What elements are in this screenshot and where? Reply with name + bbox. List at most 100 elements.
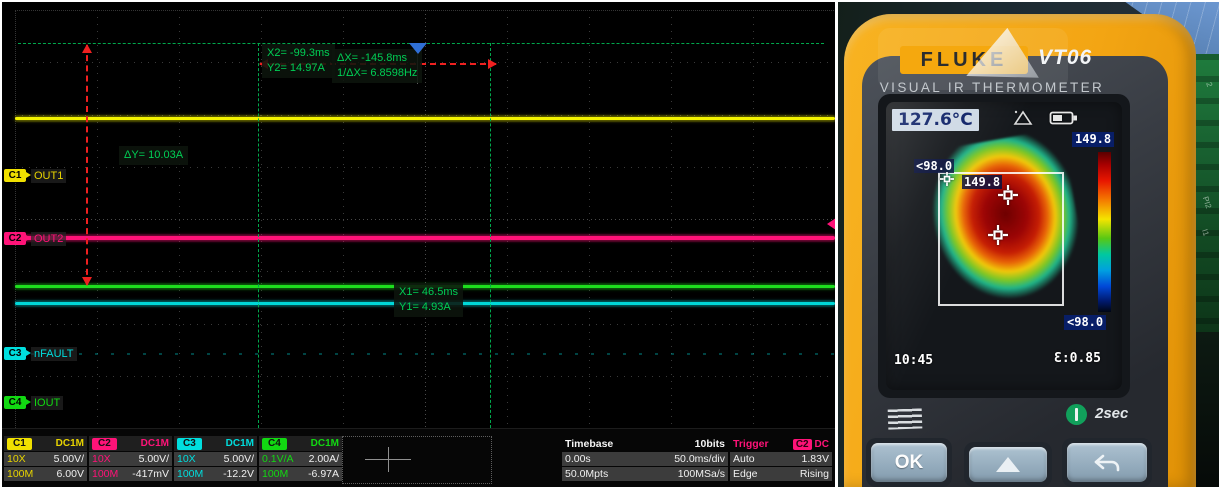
channel-box-c3-header: C3 DC1M xyxy=(174,436,257,451)
cursor-readout-dy: ΔY= 10.03A xyxy=(119,146,189,165)
trace-c2 xyxy=(15,236,835,240)
cursor-readout-dx: ΔX= -145.8ms 1/ΔX= 6.8598Hz xyxy=(332,49,423,83)
channel-coupling-c4: DC1M xyxy=(310,438,339,449)
center-crosshair-icon xyxy=(988,225,1008,245)
channel-scale-c3: 5.00V/ xyxy=(223,453,254,465)
up-button[interactable] xyxy=(964,442,1052,487)
status-bar: C1 DC1M 10X 5.00V/ 100M 6.00V C2 DC1M 10X 5… xyxy=(2,428,835,487)
cursor-y2-value: Y2= 14.97A xyxy=(267,62,325,74)
grid-line xyxy=(15,114,834,116)
emissivity-readout: Ɛ:0.85 xyxy=(1054,351,1101,366)
channel-badge-c2: C2 xyxy=(92,437,117,450)
timebase-samplerate: 100MSa/s xyxy=(677,468,725,480)
channel-scale-c4: 2.00A/ xyxy=(308,453,339,465)
channel-scale-c1: 5.00V/ xyxy=(53,453,84,465)
channel-bw-c3: 100M xyxy=(177,468,204,480)
cursor-invdx-value: 1/ΔX= 6.8598Hz xyxy=(337,67,418,79)
timebase-title: Timebase xyxy=(565,437,614,450)
waveform-label-c4: IOUT xyxy=(31,396,64,410)
channel-marker-c1[interactable]: C1 xyxy=(4,169,31,182)
channel-marker-c2[interactable]: C2 xyxy=(4,232,31,245)
cursor-dy-value: ΔY= 10.03A xyxy=(124,149,184,161)
hot-spot-crosshair-icon xyxy=(998,185,1018,205)
temperature-colorbar xyxy=(1098,152,1111,312)
cursor-dx-value: ΔX= -145.8ms xyxy=(337,52,408,64)
cursor-x2-value: X2= -99.3ms xyxy=(267,47,330,59)
channel-badge-c1: C1 xyxy=(7,437,32,450)
trigger-source-badge: C2 xyxy=(792,438,812,450)
trigger-position-marker-icon[interactable] xyxy=(409,43,427,54)
channel-box-c2-header: C2 DC1M xyxy=(89,436,172,451)
cursor-y1-value: Y1= 4.93A xyxy=(399,301,451,313)
cursor-readout-x1y1: X1= 46.5ms Y1= 4.93A xyxy=(394,283,464,317)
timebase-scale: 50.0ms/div xyxy=(674,453,725,465)
channel-box-c1-header: C1 DC1M xyxy=(4,436,87,451)
cursor-readout-x2y2: X2= -99.3ms Y2= 14.97A xyxy=(262,44,335,78)
waveform-label-c3: nFAULT xyxy=(31,347,77,361)
channel-coupling-c2: DC1M xyxy=(140,438,169,449)
hot-spot-label: 149.8 xyxy=(962,175,1003,189)
channel-badge-c4: C4 xyxy=(262,437,287,450)
grid-line xyxy=(15,166,834,168)
back-button[interactable] xyxy=(1062,438,1152,487)
channel-box-c1[interactable]: C1 DC1M 10X 5.00V/ 100M 6.00V xyxy=(4,436,87,483)
back-arrow-icon xyxy=(1094,454,1120,471)
crosshair-icon xyxy=(388,447,389,472)
timebase-memory: 50.0Mpts xyxy=(565,468,609,480)
trigger-level: 1.83V xyxy=(801,453,829,465)
channel-probe-c3: 10X xyxy=(177,453,196,465)
grid-line xyxy=(15,323,834,325)
channel-offset-c3: -12.2V xyxy=(223,468,254,480)
timebase-delay: 0.00s xyxy=(565,453,591,465)
channel-marker-c4[interactable]: C4 xyxy=(4,396,31,409)
grid-line xyxy=(15,219,834,220)
model-label: VT06 xyxy=(1038,46,1093,69)
channel-offset-c2: -417mV xyxy=(132,468,169,480)
cold-spot-label: <98.0 xyxy=(914,159,955,173)
oscilloscope-screen: X2= -99.3ms Y2= 14.97A ΔX= -145.8ms 1/ΔX… xyxy=(2,2,835,487)
thermal-display: 127.6°C 149.8 <98.0 <98.0 149.8 10:45 Ɛ:… xyxy=(886,102,1122,390)
delta-y-arrow-icon xyxy=(82,44,92,286)
channel-box-c4-header: C4 DC1M xyxy=(259,436,342,451)
channel-box-c2[interactable]: C2 DC1M 10X 5.00V/ 100M -417mV xyxy=(89,436,172,483)
channel-probe-c4: 0.1V/A xyxy=(262,453,294,465)
channel-bw-c2: 100M xyxy=(92,468,119,480)
battery-icon xyxy=(1049,111,1077,125)
channel-bw-c1: 100M xyxy=(7,468,34,480)
channel-box-c3[interactable]: C3 DC1M 10X 5.00V/ 100M -12.2V xyxy=(174,436,257,483)
trigger-box[interactable]: Trigger C2 DC Auto 1.83V Edge Rising xyxy=(730,436,832,481)
scale-max-label: 149.8 xyxy=(1072,132,1115,147)
trigger-slope: Rising xyxy=(799,468,829,480)
channel-probe-c2: 10X xyxy=(92,453,111,465)
zoom-preview-box[interactable] xyxy=(342,436,492,484)
cursor-x2-line[interactable] xyxy=(258,43,259,428)
waveform-label-c1: OUT1 xyxy=(31,169,67,183)
channel-box-c4[interactable]: C4 DC1M 0.1V/A 2.00A/ 100M -6.97A xyxy=(259,436,342,483)
channel-offset-c4: -6.97A xyxy=(308,468,339,480)
channel-probe-c1: 10X xyxy=(7,453,26,465)
trace-c3-baseline xyxy=(15,353,835,355)
trigger-title: Trigger xyxy=(733,437,769,450)
center-temp-readout: 127.6°C xyxy=(892,109,979,131)
timebase-box[interactable]: Timebase 10bits 0.00s 50.0ms/div 50.0Mpts… xyxy=(562,436,728,481)
power-icon xyxy=(1066,404,1087,425)
up-arrow-icon xyxy=(996,457,1020,472)
grid-line xyxy=(15,271,834,273)
ok-button-label: OK xyxy=(894,451,924,473)
cursor-x1-line[interactable] xyxy=(490,43,491,428)
clock-readout: 10:45 xyxy=(894,353,934,368)
alarm-icon xyxy=(1013,110,1033,125)
menu-icon xyxy=(887,408,923,430)
trigger-type: Edge xyxy=(733,468,758,480)
trigger-mode: Auto xyxy=(733,453,755,465)
timebase-bits: 10bits xyxy=(694,437,725,450)
channel-bw-c4: 100M xyxy=(262,468,289,480)
power-hold-hint: 2sec xyxy=(1095,405,1129,422)
channel-badge-c3: C3 xyxy=(177,437,202,450)
trigger-level-marker-icon[interactable] xyxy=(827,218,835,230)
channel-scale-c2: 5.00V/ xyxy=(138,453,169,465)
channel-marker-c3[interactable]: C3 xyxy=(4,347,31,360)
ok-button[interactable]: OK xyxy=(866,438,952,487)
grid-line xyxy=(15,375,834,377)
cursor-x1-value: X1= 46.5ms xyxy=(399,286,459,298)
